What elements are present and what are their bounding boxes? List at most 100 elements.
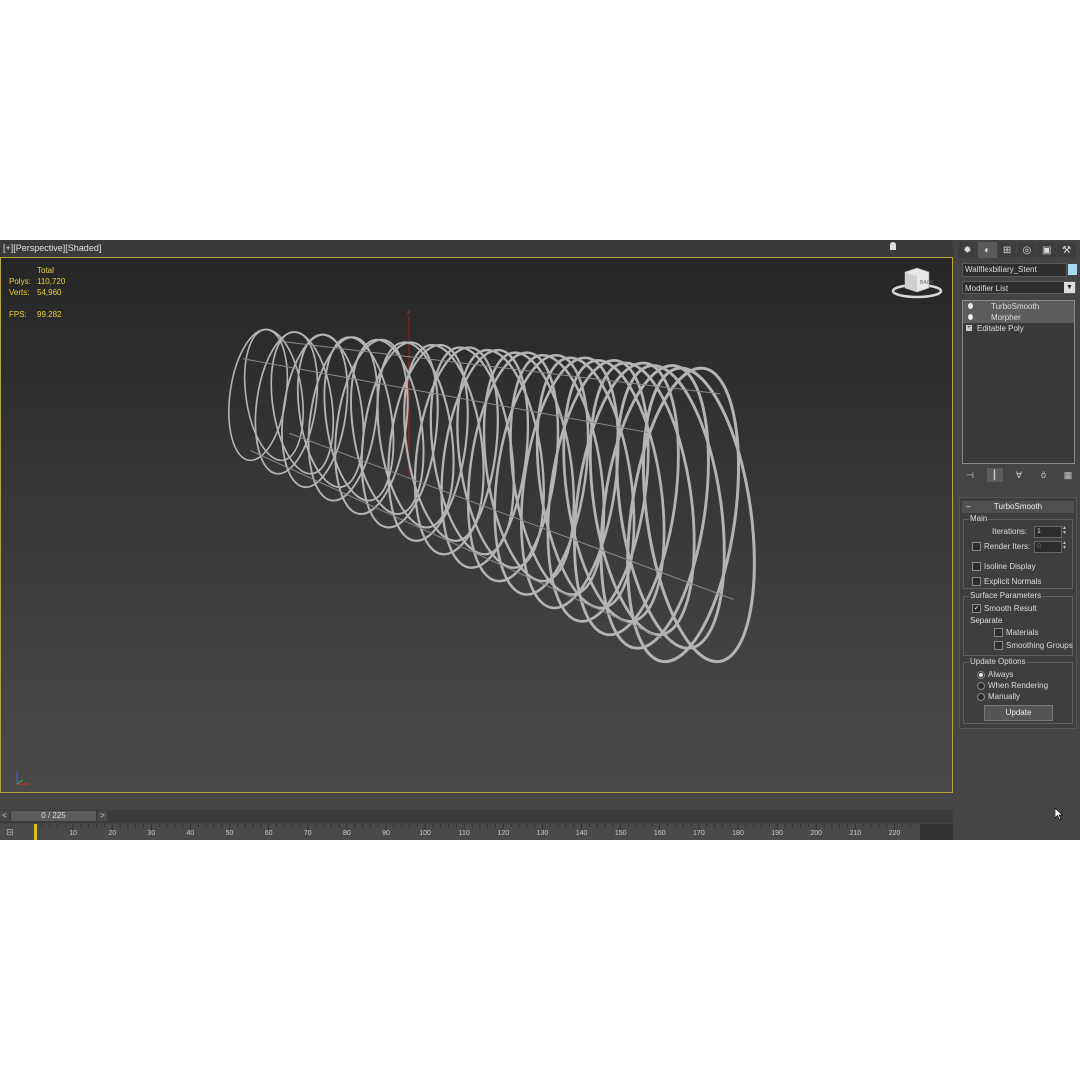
remove-modifier-icon[interactable]: ô — [1036, 468, 1052, 482]
track-tick-label: 210 — [849, 830, 862, 837]
3dsmax-window: [+][Perspective][Shaded] Total Polys: 110… — [0, 240, 1080, 840]
stack-item-label: TurboSmooth — [991, 302, 1040, 311]
iterations-spinner[interactable]: 1 — [1034, 526, 1062, 538]
smooth-result-label: Smooth Result — [984, 604, 1037, 613]
rollout-header[interactable]: – TurboSmooth — [962, 501, 1074, 513]
stent-ring — [254, 331, 319, 475]
modifier-stack: TurboSmooth Morpher + Editable Poly — [962, 300, 1075, 464]
track-tick-label: 110 — [458, 830, 470, 837]
collapse-icon: – — [966, 502, 971, 511]
track-tick-label: 100 — [419, 830, 431, 837]
utilities-tab-icon[interactable]: ⚒ — [1057, 242, 1076, 258]
update-options-group: Update Options Always When Rendering Man… — [963, 657, 1073, 724]
main-group-title: Main — [969, 514, 989, 523]
perspective-viewport[interactable]: Total Polys: 110,720 Verts: 54,960 FPS: 99.… — [0, 257, 953, 793]
stack-item-morpher[interactable]: Morpher — [963, 312, 1074, 323]
track-tick-label: 150 — [614, 830, 627, 837]
display-tab-icon[interactable]: ▣ — [1037, 242, 1057, 258]
lightbulb-icon[interactable] — [968, 303, 973, 309]
time-slider-prev-button[interactable]: < — [0, 811, 9, 821]
track-tick-label: 20 — [108, 830, 117, 837]
separate-label: Separate — [970, 616, 1003, 625]
track-tick-label: 140 — [575, 830, 588, 837]
isoline-display-checkbox[interactable] — [972, 562, 981, 571]
stent-ring — [573, 361, 680, 637]
smooth-result-checkbox[interactable]: ✓ — [972, 604, 981, 613]
z-axis-label: z — [407, 310, 410, 316]
modifier-list-dropdown[interactable]: Modifier List ▼ — [962, 281, 1076, 294]
render-iters-checkbox[interactable] — [972, 542, 981, 551]
track-tick-label: 90 — [382, 830, 390, 837]
create-tab-icon[interactable]: ✹ — [958, 242, 977, 258]
current-frame-marker[interactable] — [34, 824, 37, 840]
chevron-down-icon: ▼ — [1064, 282, 1075, 293]
stack-toolbar: ⊣ ┃ ∀ ô ▦ — [962, 468, 1076, 484]
track-tick-label: 170 — [693, 830, 705, 837]
render-iters-label: Render Iters: — [984, 542, 1031, 551]
pin-stack-icon[interactable]: ⊣ — [962, 468, 978, 482]
modify-tab-icon[interactable]: ◐ — [977, 242, 997, 258]
manually-radio[interactable] — [977, 693, 985, 701]
object-color-swatch[interactable] — [1068, 264, 1077, 275]
motion-tab-icon[interactable]: ◎ — [1017, 242, 1037, 258]
command-panel: ✹ ◐ ⊞ ◎ ▣ ⚒ Wallflexbiliary_Stent Modifi… — [955, 240, 1080, 840]
track-tick-label: 80 — [342, 830, 351, 837]
track-tick-label: 70 — [303, 830, 312, 837]
stack-item-label: Morpher — [991, 313, 1021, 322]
track-bar[interactable]: ⊟ 10 20 30 40 50 60 70 80 90 100 110 120 130 140 150 16… — [0, 824, 920, 840]
smoothing-groups-label: Smoothing Groups — [1006, 641, 1073, 650]
always-label: Always — [988, 670, 1014, 679]
track-tick-label: 160 — [653, 830, 666, 837]
track-tick-label: 60 — [264, 830, 273, 837]
rollout-title: TurboSmooth — [993, 502, 1043, 511]
stack-item-label: Editable Poly — [977, 324, 1024, 333]
materials-label: Materials — [1006, 628, 1039, 637]
configure-sets-icon[interactable]: ▦ — [1060, 468, 1076, 482]
expand-plus-icon[interactable]: + — [966, 325, 972, 331]
hierarchy-tab-icon[interactable]: ⊞ — [997, 242, 1017, 258]
time-slider: < 0 / 225 > — [0, 810, 953, 823]
render-iters-spinner[interactable]: 0 — [1034, 541, 1062, 553]
viewport-shading-label[interactable]: [Shaded] — [65, 243, 101, 253]
stent-mesh[interactable]: z — [1, 258, 952, 792]
surface-parameters-title: Surface Parameters — [969, 591, 1043, 600]
command-panel-tabs: ✹ ◐ ⊞ ◎ ▣ ⚒ — [958, 242, 1077, 258]
track-tick-label: 220 — [888, 830, 901, 837]
iterations-label: Iterations: — [992, 527, 1028, 536]
mouse-cursor-icon — [1055, 808, 1064, 821]
time-slider-thumb[interactable]: 0 / 225 — [11, 811, 96, 821]
turbosmooth-rollout: – TurboSmooth Main Iterations: 1 ▲ ▼ Rend… — [959, 497, 1077, 729]
stent-strut — [242, 358, 649, 433]
spinner-arrows-icon[interactable]: ▲ ▼ — [1062, 541, 1067, 551]
show-end-result-icon[interactable]: ┃ — [986, 468, 1003, 482]
viewport-label-bar: [+][Perspective][Shaded] — [0, 240, 953, 257]
object-name-field[interactable]: Wallflexbiliary_Stent — [962, 263, 1067, 277]
stack-item-turbosmooth[interactable]: TurboSmooth — [963, 301, 1074, 312]
track-tick-label: 10 — [69, 830, 78, 837]
when-rendering-radio[interactable] — [977, 682, 985, 690]
make-unique-icon[interactable]: ∀ — [1011, 468, 1027, 482]
stent-ring — [641, 366, 756, 664]
viewport-pin-icon[interactable] — [890, 242, 896, 250]
curve-editor-icon[interactable]: ⊟ — [6, 827, 20, 837]
main-group: Main Iterations: 1 ▲ ▼ Render Iters: 0 ▲ ▼… — [963, 514, 1073, 589]
viewport-menu-plus[interactable]: [+] — [3, 243, 13, 253]
stack-item-editable-poly[interactable]: + Editable Poly — [963, 323, 1074, 334]
explicit-normals-checkbox[interactable] — [972, 577, 981, 586]
materials-checkbox[interactable] — [994, 628, 1003, 637]
surface-parameters-group: Surface Parameters ✓ Smooth Result Separ… — [963, 591, 1073, 656]
smoothing-groups-checkbox[interactable] — [994, 641, 1003, 650]
always-radio[interactable] — [977, 671, 985, 679]
lightbulb-icon[interactable] — [968, 314, 973, 320]
spinner-arrows-icon[interactable]: ▲ ▼ — [1062, 526, 1067, 536]
track-tick-label: 120 — [497, 830, 510, 837]
viewport-pov-label[interactable]: [Perspective] — [13, 243, 65, 253]
track-tick-label: 30 — [147, 830, 156, 837]
time-slider-next-button[interactable]: > — [98, 811, 107, 821]
update-button[interactable]: Update — [984, 705, 1053, 721]
track-bar-end — [920, 824, 953, 840]
modifier-list-label: Modifier List — [965, 284, 1009, 293]
update-options-title: Update Options — [969, 657, 1027, 666]
track-tick-label: 50 — [225, 830, 234, 837]
track-tick-label: 40 — [186, 830, 195, 837]
